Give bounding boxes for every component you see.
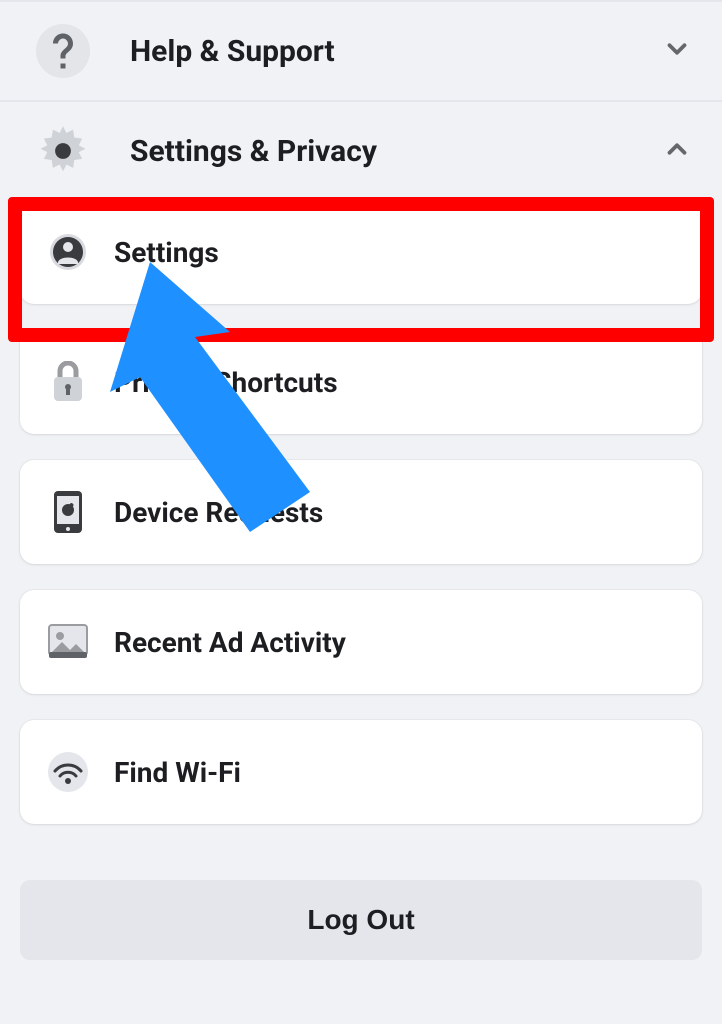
logout-button[interactable]: Log Out [20, 880, 702, 960]
help-support-label: Help & Support [130, 34, 662, 69]
settings-item-label: Settings [114, 236, 219, 269]
privacy-shortcuts-item[interactable]: Privacy Shortcuts [20, 330, 702, 434]
logout-container: Log Out [0, 862, 722, 960]
chevron-up-icon [662, 134, 692, 168]
profile-icon [46, 230, 90, 274]
question-icon [36, 24, 90, 78]
privacy-shortcuts-label: Privacy Shortcuts [114, 366, 338, 399]
settings-privacy-section[interactable]: Settings & Privacy [0, 102, 722, 200]
find-wifi-item[interactable]: Find Wi-Fi [20, 720, 702, 824]
gear-icon [36, 124, 90, 178]
device-requests-label: Device Requests [114, 496, 323, 529]
image-icon [46, 620, 90, 664]
settings-privacy-label: Settings & Privacy [130, 134, 662, 169]
wifi-icon [46, 750, 90, 794]
device-icon [46, 490, 90, 534]
lock-icon [46, 360, 90, 404]
recent-ad-activity-label: Recent Ad Activity [114, 626, 346, 659]
device-requests-item[interactable]: Device Requests [20, 460, 702, 564]
settings-privacy-list: Settings Privacy Shortcuts Device Reques… [0, 200, 722, 862]
chevron-down-icon [662, 34, 692, 68]
recent-ad-activity-item[interactable]: Recent Ad Activity [20, 590, 702, 694]
find-wifi-label: Find Wi-Fi [114, 756, 241, 789]
settings-item[interactable]: Settings [20, 200, 702, 304]
help-support-section[interactable]: Help & Support [0, 2, 722, 100]
